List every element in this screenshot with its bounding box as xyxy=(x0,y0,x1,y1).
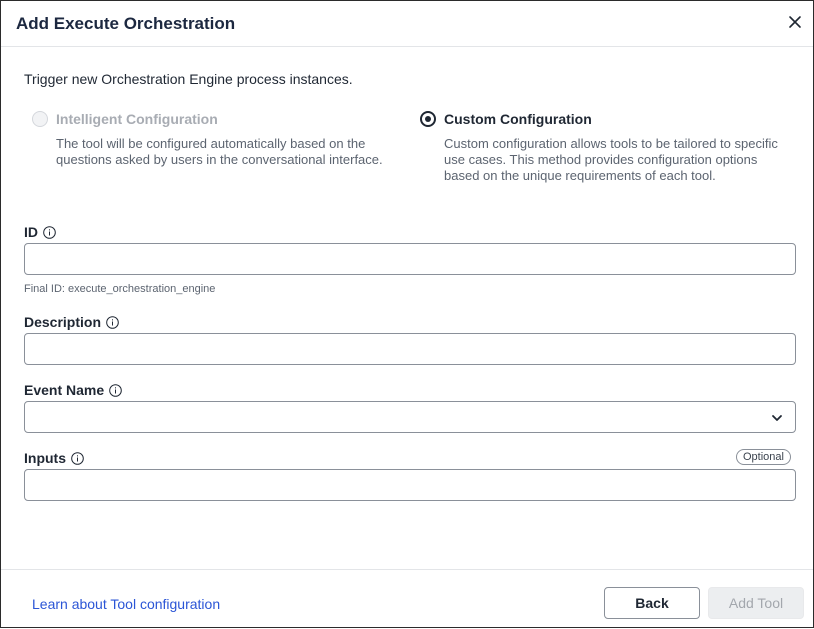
intelligent-config-option: Intelligent Configuration The tool will … xyxy=(32,111,402,186)
event-name-select[interactable] xyxy=(24,401,796,433)
inputs-label-row: Inputs xyxy=(24,450,84,466)
custom-config-label: Custom Configuration xyxy=(444,111,592,127)
description-label: Description xyxy=(24,314,102,330)
close-icon xyxy=(789,16,801,28)
id-label-row: ID xyxy=(24,224,56,240)
intelligent-config-description: The tool will be configured automaticall… xyxy=(56,136,383,167)
event-name-label-row: Event Name xyxy=(24,382,122,398)
custom-config-description: Custom configuration allows tools to be … xyxy=(444,136,778,183)
info-icon[interactable] xyxy=(109,383,122,397)
id-input[interactable] xyxy=(24,243,796,275)
optional-badge: Optional xyxy=(736,449,791,465)
chevron-down-icon xyxy=(772,415,782,421)
dialog-title: Add Execute Orchestration xyxy=(16,14,236,33)
add-tool-button: Add Tool xyxy=(708,587,804,619)
inputs-input[interactable] xyxy=(24,469,796,501)
info-icon[interactable] xyxy=(43,225,56,239)
close-button[interactable] xyxy=(785,12,805,32)
info-icon[interactable] xyxy=(106,315,119,329)
final-id-helper: Final ID: execute_orchestration_engine xyxy=(24,283,216,295)
back-button[interactable]: Back xyxy=(604,587,700,619)
info-icon[interactable] xyxy=(71,451,84,465)
id-label: ID xyxy=(24,224,38,240)
learn-tool-config-link[interactable]: Learn about Tool configuration xyxy=(32,596,220,612)
description-label-row: Description xyxy=(24,314,119,330)
add-tool-dialog: Add Execute Orchestration Trigger new Or… xyxy=(0,0,814,628)
intelligent-config-label: Intelligent Configuration xyxy=(56,111,218,127)
dialog-subtitle: Trigger new Orchestration Engine process… xyxy=(24,71,353,87)
inputs-label: Inputs xyxy=(24,450,66,466)
custom-config-option[interactable]: Custom Configuration Custom configuratio… xyxy=(420,111,800,186)
custom-config-radio[interactable] xyxy=(420,111,436,127)
dialog-header: Add Execute Orchestration xyxy=(1,1,813,47)
dialog-footer: Learn about Tool configuration Back Add … xyxy=(1,569,813,629)
intelligent-config-radio xyxy=(32,111,48,127)
event-name-label: Event Name xyxy=(24,382,105,398)
description-input[interactable] xyxy=(24,333,796,365)
